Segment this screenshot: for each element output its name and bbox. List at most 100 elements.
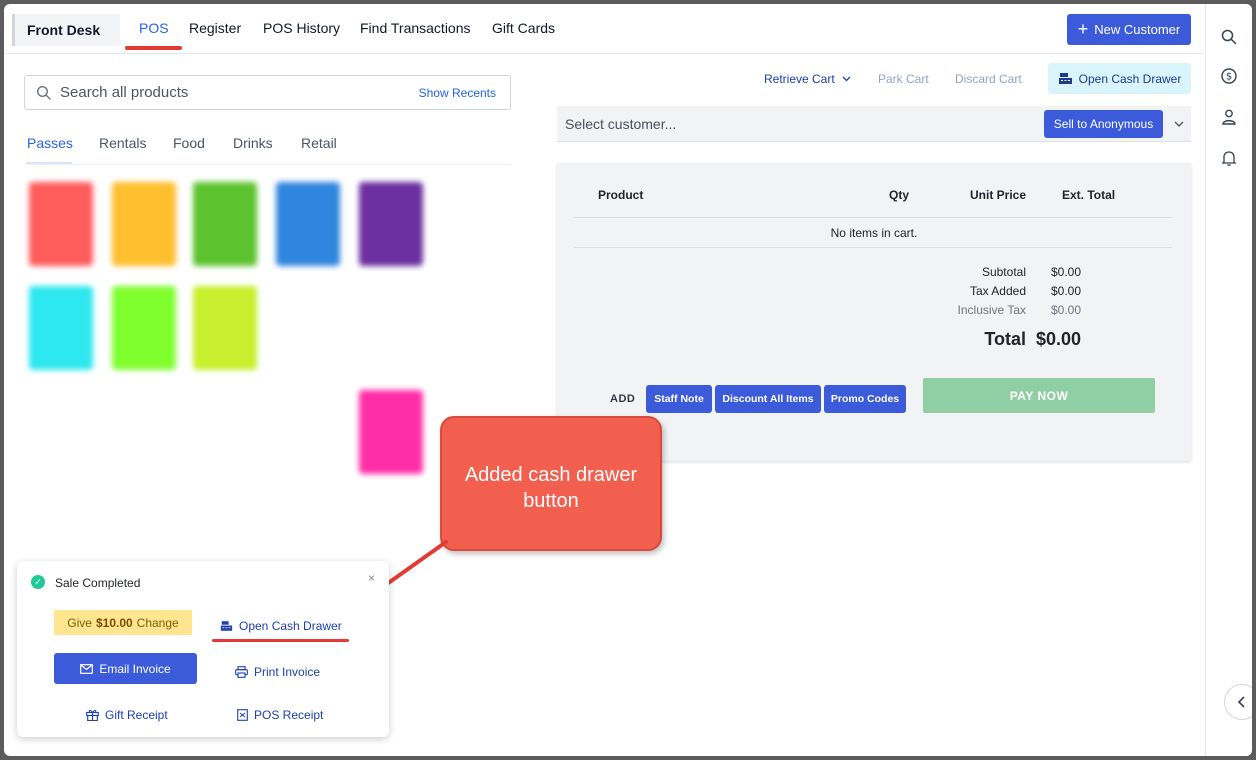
change-amount: $10.00 xyxy=(95,615,133,630)
printer-icon xyxy=(235,666,248,678)
empty-cart-message: No items in cart. xyxy=(830,226,918,240)
email-invoice-button[interactable]: Email Invoice xyxy=(54,653,197,684)
right-sidebar: $ xyxy=(1205,4,1252,756)
open-cash-drawer-label: Open Cash Drawer xyxy=(1078,71,1182,86)
column-header-unit-price: Unit Price xyxy=(970,188,1027,202)
pos-receipt-label: POS Receipt xyxy=(254,708,324,722)
new-customer-label: New Customer xyxy=(1094,22,1181,37)
subtotal-label: Subtotal xyxy=(981,265,1026,279)
chevron-down-icon xyxy=(1174,121,1184,127)
chevron-down-icon xyxy=(842,76,851,82)
table-divider xyxy=(574,247,1172,248)
column-header-qty: Qty xyxy=(889,188,910,202)
add-label: ADD xyxy=(610,393,636,405)
open-cash-drawer-button[interactable]: Open Cash Drawer xyxy=(1048,63,1191,94)
column-header-product: Product xyxy=(598,188,644,202)
toast-open-cash-drawer-label: Open Cash Drawer xyxy=(239,619,342,633)
staff-note-button[interactable]: Staff Note xyxy=(646,385,712,413)
promo-codes-button[interactable]: Promo Codes xyxy=(824,385,906,413)
product-tile[interactable] xyxy=(29,286,93,370)
product-search[interactable]: Search all products Show Recents xyxy=(24,75,511,110)
search-icon xyxy=(36,85,51,100)
product-tile[interactable] xyxy=(112,182,176,266)
top-nav: Front Desk POS Register POS History Find… xyxy=(4,4,1204,54)
receipt-icon xyxy=(237,709,248,721)
nav-find-transactions[interactable]: Find Transactions xyxy=(360,20,471,36)
annotation-callout: Added cash drawer button xyxy=(440,416,662,551)
inclusive-tax-value: $0.00 xyxy=(1050,303,1081,317)
product-tile[interactable] xyxy=(29,182,93,266)
print-invoice-label: Print Invoice xyxy=(254,665,321,679)
product-tile[interactable] xyxy=(359,390,423,474)
brand-label: Front Desk xyxy=(12,14,120,46)
toast-open-cash-drawer-link[interactable]: Open Cash Drawer xyxy=(220,619,342,633)
nav-pos-history[interactable]: POS History xyxy=(263,20,340,36)
gift-icon xyxy=(86,710,99,721)
tab-rentals[interactable]: Rentals xyxy=(99,135,146,151)
nav-register[interactable]: Register xyxy=(189,20,241,36)
tab-drinks[interactable]: Drinks xyxy=(233,135,273,151)
product-tile[interactable] xyxy=(193,286,257,370)
table-divider xyxy=(574,217,1172,218)
email-invoice-label: Email Invoice xyxy=(99,661,171,676)
product-tile[interactable] xyxy=(359,182,423,266)
change-prefix: Give xyxy=(67,615,92,630)
retrieve-cart-label: Retrieve Cart xyxy=(764,72,835,86)
retrieve-cart-dropdown[interactable]: Retrieve Cart xyxy=(764,72,851,86)
tab-retail[interactable]: Retail xyxy=(301,135,337,151)
search-icon[interactable] xyxy=(1220,28,1238,46)
envelope-icon xyxy=(80,663,94,674)
chevron-left-icon xyxy=(1237,696,1245,708)
search-input[interactable]: Search all products xyxy=(60,84,419,101)
svg-text:$: $ xyxy=(1226,72,1232,83)
collapse-sidebar-button[interactable] xyxy=(1224,684,1252,720)
dollar-icon[interactable]: $ xyxy=(1220,67,1238,85)
print-invoice-link[interactable]: Print Invoice xyxy=(235,665,320,679)
callout-line-1: Added cash drawer xyxy=(464,464,638,486)
gift-receipt-label: Gift Receipt xyxy=(105,708,168,722)
show-recents-link[interactable]: Show Recents xyxy=(419,86,496,100)
park-cart-button[interactable]: Park Cart xyxy=(878,72,929,86)
app-window: Front Desk POS Register POS History Find… xyxy=(4,4,1252,756)
discount-all-items-button[interactable]: Discount All Items xyxy=(715,385,821,413)
nav-pos[interactable]: POS xyxy=(139,20,169,36)
nav-gift-cards[interactable]: Gift Cards xyxy=(492,20,555,36)
product-tile[interactable] xyxy=(276,182,340,266)
sale-completed-toast: ✓ Sale Completed × Give $10.00 Change Op… xyxy=(17,561,389,737)
product-tile[interactable] xyxy=(193,182,257,266)
change-suffix: Change xyxy=(136,615,179,630)
discard-cart-button[interactable]: Discard Cart xyxy=(955,72,1022,86)
tab-food[interactable]: Food xyxy=(173,135,205,151)
column-header-ext-total: Ext. Total xyxy=(1062,188,1116,202)
change-due-badge: Give $10.00 Change xyxy=(54,610,192,635)
tax-added-label: Tax Added xyxy=(969,284,1026,298)
tax-added-value: $0.00 xyxy=(1050,284,1081,298)
check-circle-icon: ✓ xyxy=(31,575,45,589)
pay-now-button[interactable]: PAY NOW xyxy=(923,378,1155,413)
tab-divider xyxy=(26,164,511,165)
total-value: $0.00 xyxy=(1035,329,1081,349)
tab-passes[interactable]: Passes xyxy=(27,135,73,151)
customer-dropdown-toggle[interactable] xyxy=(1167,119,1191,129)
gift-receipt-link[interactable]: Gift Receipt xyxy=(86,708,168,722)
callout-line-2: button xyxy=(523,490,579,512)
total-label: Total xyxy=(984,329,1026,349)
new-customer-button[interactable]: + New Customer xyxy=(1067,14,1191,45)
toast-title: Sale Completed xyxy=(55,576,141,590)
plus-icon: + xyxy=(1077,18,1089,39)
close-icon[interactable]: × xyxy=(368,571,375,585)
customer-select-placeholder: Select customer... xyxy=(565,115,677,132)
cash-register-icon xyxy=(1058,73,1072,84)
inclusive-tax-label: Inclusive Tax xyxy=(957,303,1026,317)
active-tab-indicator xyxy=(26,162,72,164)
customer-select[interactable]: Select customer... Sell to Anonymous xyxy=(557,106,1191,142)
person-icon[interactable] xyxy=(1220,108,1238,126)
sell-to-anonymous-button[interactable]: Sell to Anonymous xyxy=(1044,109,1163,138)
annotation-underline-drawer xyxy=(212,639,349,642)
bell-icon[interactable] xyxy=(1220,149,1238,167)
cash-register-icon xyxy=(220,621,233,631)
annotation-underline-nav xyxy=(125,46,182,50)
product-tile[interactable] xyxy=(112,286,176,370)
pos-receipt-link[interactable]: POS Receipt xyxy=(237,708,323,722)
subtotal-value: $0.00 xyxy=(1050,265,1081,279)
